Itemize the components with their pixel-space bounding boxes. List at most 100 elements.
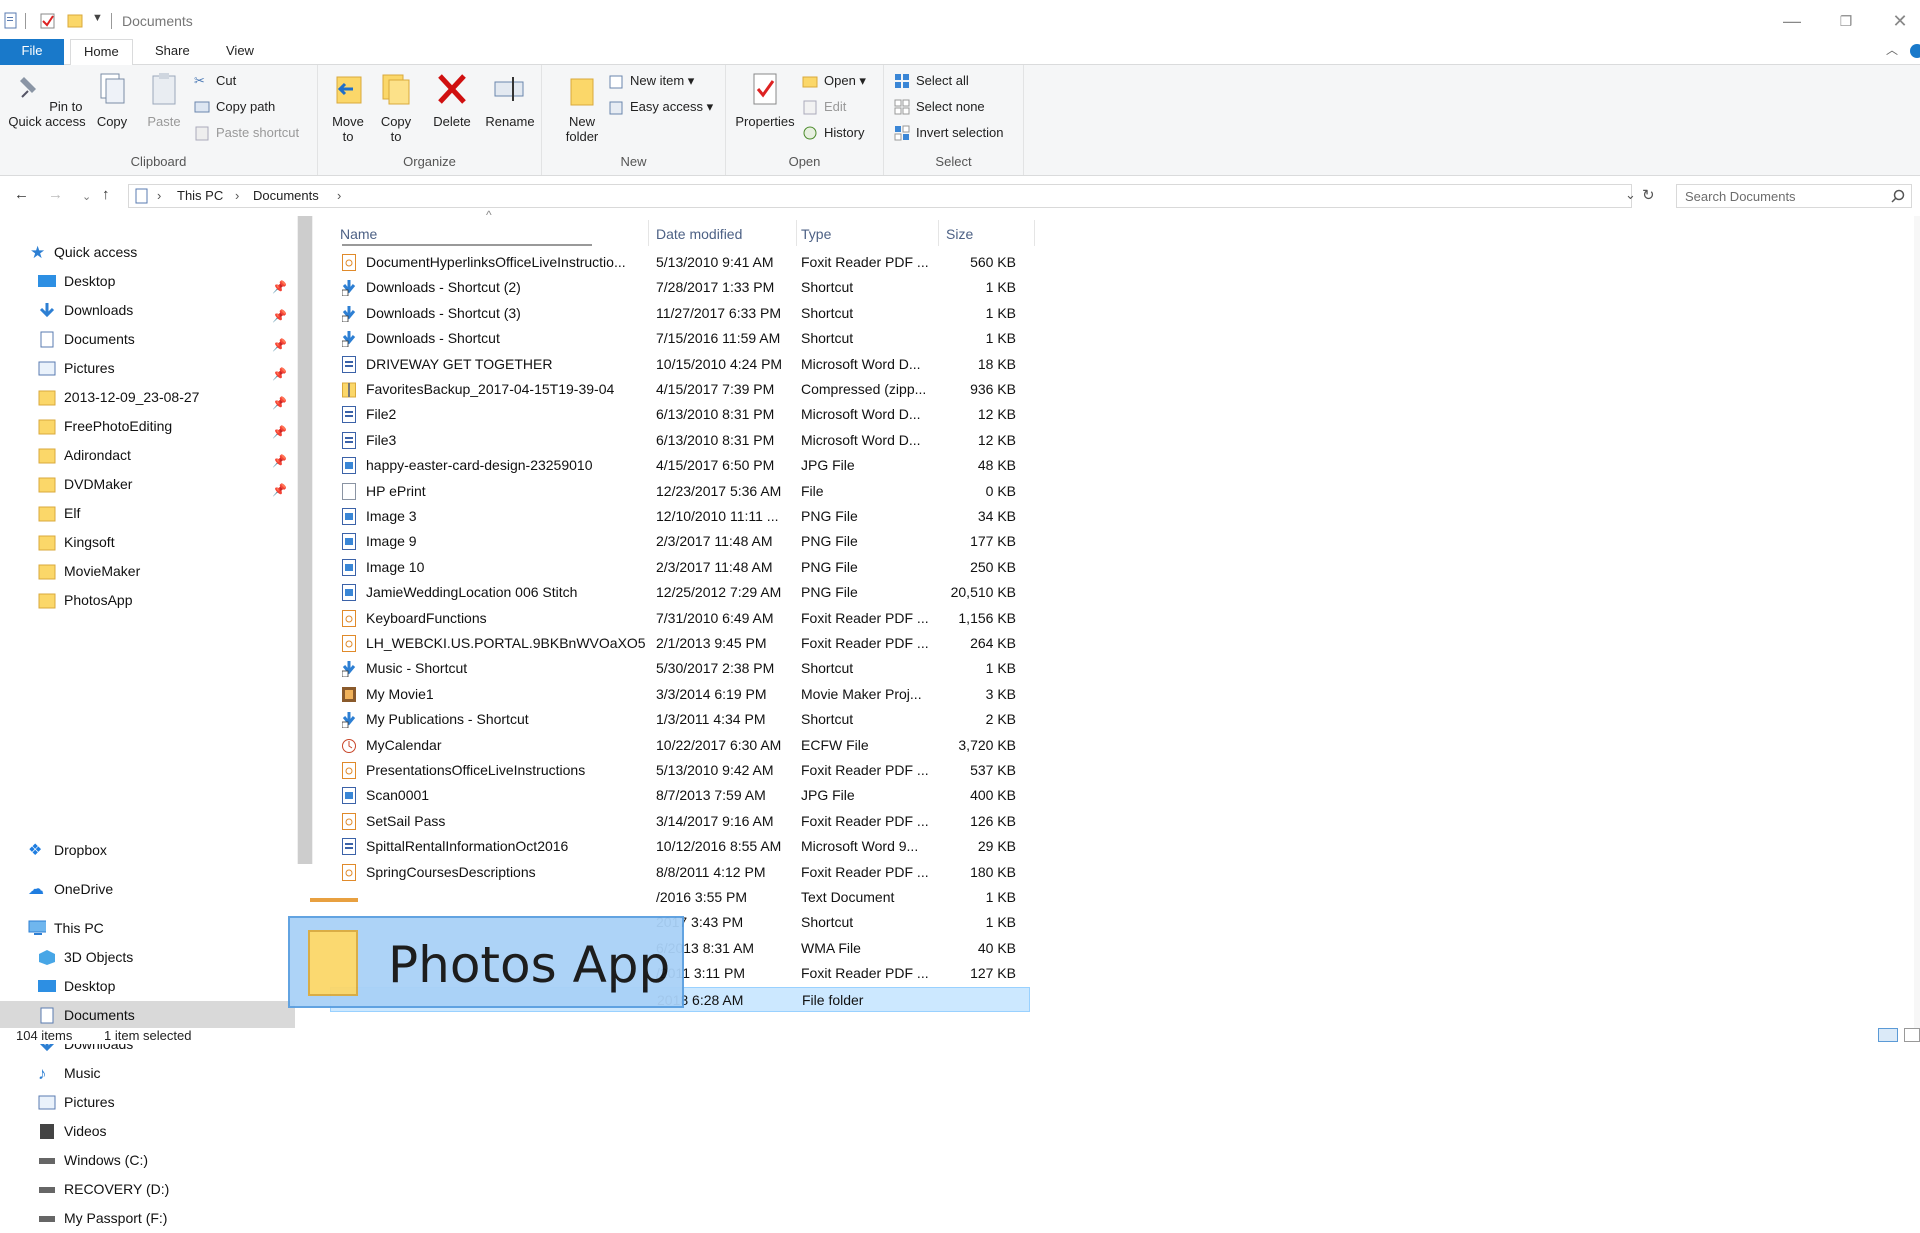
sidebar-item-documents[interactable]: Documents 📌 [0,325,295,354]
table-row[interactable]: FavoritesBackup_2017-04-15T19-39-04 4/15/… [330,377,1030,402]
close-button[interactable]: ✕ [1880,8,1920,34]
sidebar-item-pc-pictures[interactable]: Pictures [0,1088,295,1117]
address-dropdown-icon[interactable]: ⌄ [1625,187,1636,203]
move-to-button[interactable]: Move to [328,71,368,144]
sidebar-item-moviemaker[interactable]: MovieMaker [0,557,295,586]
rename-button[interactable]: Rename [484,71,536,129]
sidebar-item-pictures[interactable]: Pictures 📌 [0,354,295,383]
tab-file[interactable]: File [0,39,64,65]
column-header-type[interactable]: Type [801,226,831,242]
up-arrow-icon[interactable]: ↑ [102,186,110,203]
table-row[interactable]: SetSail Pass 3/14/2017 9:16 AM Foxit Reade… [330,809,1030,834]
sidebar-item-pc-windows-c-[interactable]: Windows (C:) [0,1146,295,1175]
table-row[interactable]: HP ePrint 12/23/2017 5:36 AM File 0 KB [330,479,1030,504]
sidebar-item-this-pc[interactable]: This PC [0,914,295,943]
table-row[interactable]: /2016 3:55 PM Text Document 1 KB [330,885,1030,910]
new-item-button[interactable]: New item ▾ [608,70,694,92]
checkmark-icon[interactable] [40,11,56,31]
table-row[interactable]: My Publications - Shortcut 1/3/2011 4:34 … [330,707,1030,732]
column-header-date[interactable]: Date modified [656,226,742,242]
sidebar-item-quick-access[interactable]: ★ Quick access [0,238,295,267]
help-icon[interactable] [1910,44,1920,58]
refresh-icon[interactable]: ↻ [1642,186,1655,204]
breadcrumb-documents[interactable]: Documents [253,188,319,203]
sidebar-item-2013-12-09-23-08-27[interactable]: 2013-12-09_23-08-27 📌 [0,383,295,412]
table-row[interactable]: happy-easter-card-design-23259010 4/15/20… [330,453,1030,478]
select-none-button[interactable]: Select none [894,96,985,118]
table-row[interactable]: SpittalRentalInformationOct2016 10/12/201… [330,834,1030,859]
sidebar-item-pc-recovery-d-[interactable]: RECOVERY (D:) [0,1175,295,1204]
sidebar-item-pc-desktop[interactable]: Desktop [0,972,295,1001]
pin-quick-access-button[interactable]: Pin to Quick access [6,71,88,129]
select-all-button[interactable]: Select all [894,70,969,92]
details-view-icon[interactable] [1878,1028,1898,1042]
cut-button[interactable]: ✂ Cut [194,70,236,92]
copy-path-button[interactable]: Copy path [194,96,275,118]
recent-chevron-down-icon[interactable]: ⌄ [82,190,91,203]
restore-button[interactable]: ❐ [1826,8,1866,34]
sidebar-scrollbar-thumb[interactable] [298,216,312,864]
document-icon[interactable] [4,11,18,31]
table-row[interactable]: Image 10 2/3/2017 11:48 AM PNG File 250 KB [330,555,1030,580]
tab-view[interactable]: View [213,39,267,65]
table-row[interactable]: PresentationsOfficeLiveInstructions 5/13/… [330,758,1030,783]
collapse-ribbon-icon[interactable]: ︿ [1886,41,1898,58]
folder-icon[interactable] [67,11,83,31]
back-arrow-icon[interactable]: ← [14,186,29,203]
tab-home[interactable]: Home [70,39,133,66]
sidebar-item-pc-videos[interactable]: Videos [0,1117,295,1146]
new-folder-button[interactable]: New folder [558,71,606,144]
sidebar-item-dvdmaker[interactable]: DVDMaker 📌 [0,470,295,499]
paste-button[interactable]: Paste [144,71,184,129]
table-row[interactable]: Downloads - Shortcut (3) 11/27/2017 6:33 … [330,301,1030,326]
table-row[interactable]: File2 6/13/2010 8:31 PM Microsoft Word D..… [330,402,1030,427]
column-header-size[interactable]: Size [946,226,973,242]
table-row[interactable]: Downloads - Shortcut 7/15/2016 11:59 AM Sh… [330,326,1030,351]
table-row[interactable]: MyCalendar 10/22/2017 6:30 AM ECFW File 3,7… [330,733,1030,758]
sidebar-item-downloads[interactable]: Downloads 📌 [0,296,295,325]
table-row[interactable]: JamieWeddingLocation 006 Stitch 12/25/201… [330,580,1030,605]
paste-shortcut-button[interactable]: Paste shortcut [194,122,299,144]
sidebar-item-adirondact[interactable]: Adirondact 📌 [0,441,295,470]
invert-selection-button[interactable]: Invert selection [894,122,1003,144]
table-row[interactable]: Downloads - Shortcut (2) 7/28/2017 1:33 P… [330,275,1030,300]
copy-to-button[interactable]: Copy to [376,71,416,144]
minimize-button[interactable]: — [1772,8,1812,34]
copy-button[interactable]: Copy [92,71,132,129]
column-header-name[interactable]: Name [340,226,377,242]
table-row[interactable]: Music - Shortcut 5/30/2017 2:38 PM Shortcu… [330,656,1030,681]
delete-button[interactable]: Delete [430,71,474,129]
sidebar-item-pc-documents[interactable]: Documents [0,1001,295,1030]
open-button[interactable]: Open ▾ [802,70,866,92]
sidebar-item-photosapp[interactable]: PhotosApp [0,586,295,615]
easy-access-button[interactable]: Easy access ▾ [608,96,713,118]
table-row[interactable]: Scan0001 8/7/2013 7:59 AM JPG File 400 KB [330,783,1030,808]
table-row[interactable]: LH_WEBCKI.US.PORTAL.9BKBnWVOaXO5... 2/1/2… [330,631,1030,656]
sidebar-item-pc-3d-objects[interactable]: 3D Objects [0,943,295,972]
search-input[interactable]: Search Documents [1676,184,1912,208]
table-row[interactable]: DRIVEWAY GET TOGETHER 10/15/2010 4:24 PM M… [330,352,1030,377]
table-row[interactable]: KeyboardFunctions 7/31/2010 6:49 AM Foxit … [330,606,1030,631]
sidebar-item-pc-music[interactable]: ♪ Music [0,1059,295,1088]
breadcrumb-this-pc[interactable]: This PC [177,188,223,203]
sidebar-scrollbar[interactable] [297,216,313,864]
sidebar-item-onedrive[interactable]: ☁ OneDrive [0,875,295,904]
sidebar-item-kingsoft[interactable]: Kingsoft [0,528,295,557]
dropdown-arrow-icon[interactable]: ▼ [92,12,103,32]
file-list-scrollbar[interactable] [1914,216,1920,1028]
table-row[interactable]: File3 6/13/2010 8:31 PM Microsoft Word D..… [330,428,1030,453]
edit-button[interactable]: Edit [802,96,846,118]
forward-arrow-icon[interactable]: → [48,186,63,203]
sidebar-item-dropbox[interactable]: ❖ Dropbox [0,836,295,865]
large-icons-view-icon[interactable] [1904,1028,1920,1042]
properties-button[interactable]: Properties [730,71,800,129]
table-row[interactable]: DocumentHyperlinksOfficeLiveInstructio..… [330,250,1030,275]
sidebar-item-desktop[interactable]: Desktop 📌 [0,267,295,296]
history-button[interactable]: History [802,122,864,144]
table-row[interactable]: SpringCoursesDescriptions 8/8/2011 4:12 P… [330,860,1030,885]
table-row[interactable]: Image 3 12/10/2010 11:11 ... PNG File 34 KB [330,504,1030,529]
sidebar-item-pc-my-passport-f-[interactable]: My Passport (F:) [0,1204,295,1233]
sidebar-item-elf[interactable]: Elf [0,499,295,528]
sidebar-item-freephotoediting[interactable]: FreePhotoEditing 📌 [0,412,295,441]
table-row[interactable]: Image 9 2/3/2017 11:48 AM PNG File 177 KB [330,529,1030,554]
